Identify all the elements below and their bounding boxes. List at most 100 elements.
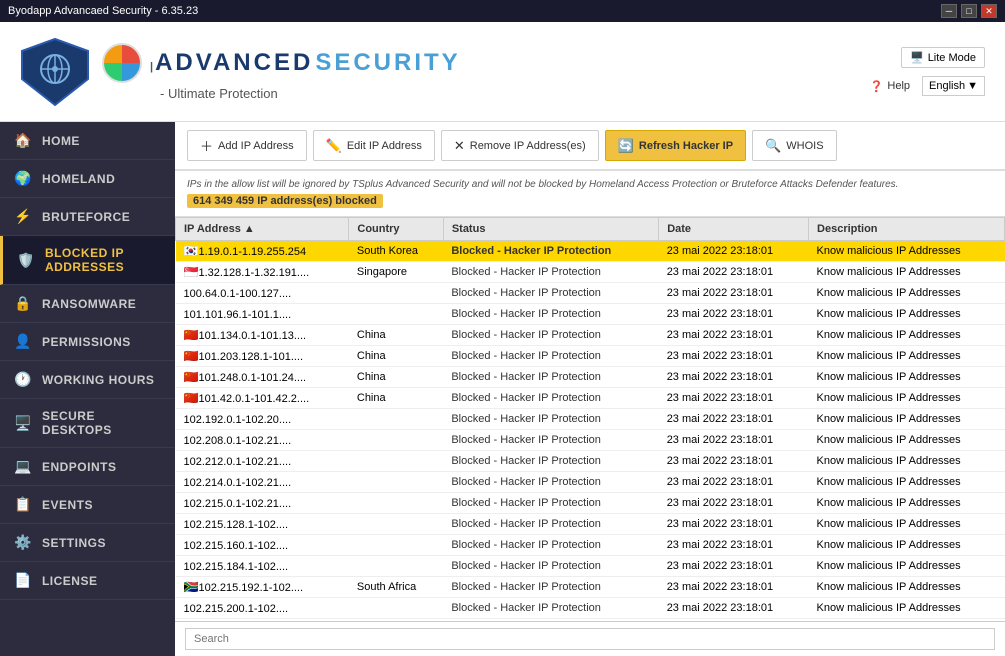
help-button[interactable]: ❓ Help [870,80,910,93]
cell-description: Know malicious IP Addresses [809,493,1005,514]
col-country[interactable]: Country [349,218,443,241]
table-row[interactable]: 102.192.0.1-102.20.... Blocked - Hacker … [176,409,1005,430]
table-row[interactable]: 🇨🇳101.248.0.1-101.24.... China Blocked -… [176,367,1005,388]
sidebar-item-working-hours[interactable]: 🕐 WORKING HOURS [0,361,175,399]
sidebar-item-settings[interactable]: ⚙️SETTINGS [0,524,175,562]
sidebar-icon-settings: ⚙️ [14,534,32,551]
col-date[interactable]: Date [659,218,809,241]
col-status[interactable]: Status [443,218,658,241]
table-row[interactable]: 102.208.0.1-102.21.... Blocked - Hacker … [176,430,1005,451]
sidebar-item-events[interactable]: 📋EVENTS [0,486,175,524]
sidebar-item-home[interactable]: 🏠HOME [0,122,175,160]
add-ip-button[interactable]: ＋ Add IP Address [187,130,307,161]
sidebar-item-endpoints[interactable]: 💻ENDPOINTS [0,448,175,486]
cell-date: 23 mai 2022 23:18:01 [659,409,809,430]
cell-description: Know malicious IP Addresses [809,346,1005,367]
table-row[interactable]: 102.215.200.1-102.... Blocked - Hacker I… [176,598,1005,619]
cell-description: Know malicious IP Addresses [809,409,1005,430]
table-row[interactable]: 102.215.128.1-102.... Blocked - Hacker I… [176,514,1005,535]
cell-date: 23 mai 2022 23:18:01 [659,535,809,556]
cell-ip: 🇨🇳101.248.0.1-101.24.... [176,367,349,388]
cell-country: China [349,325,443,346]
search-bar [175,621,1005,656]
cell-ip: 102.192.0.1-102.20.... [176,409,349,430]
monitor-icon: 🖥️ [910,51,924,64]
cell-status: Blocked - Hacker IP Protection [443,409,658,430]
sidebar-icon-working-hours: 🕐 [14,371,32,388]
cell-date: 23 mai 2022 23:18:01 [659,472,809,493]
table-row[interactable]: 102.215.0.1-102.21.... Blocked - Hacker … [176,493,1005,514]
cell-description: Know malicious IP Addresses [809,598,1005,619]
cell-ip: 102.214.0.1-102.21.... [176,472,349,493]
minimize-button[interactable]: ─ [941,4,957,18]
info-message: IPs in the allow list will be ignored by… [187,179,993,190]
cell-date: 23 mai 2022 23:18:01 [659,493,809,514]
remove-icon: ✕ [454,138,465,154]
table-row[interactable]: 🇨🇳101.203.128.1-101.... China Blocked - … [176,346,1005,367]
sidebar-icon-bruteforce: ⚡ [14,208,32,225]
maximize-button[interactable]: □ [961,4,977,18]
cell-ip: 🇸🇬1.32.128.1-1.32.191.... [176,262,349,283]
cell-status: Blocked - Hacker IP Protection [443,325,658,346]
sidebar-item-bruteforce[interactable]: ⚡ BRUTEFORCE [0,198,175,236]
cell-country [349,409,443,430]
sidebar-item-permissions[interactable]: 👤PERMISSIONS [0,323,175,361]
sidebar-label-blocked: BLOCKED IP ADDRESSES [45,246,161,274]
sidebar-icon-events: 📋 [14,496,32,513]
cell-description: Know malicious IP Addresses [809,577,1005,598]
col-description[interactable]: Description [809,218,1005,241]
sidebar-label-bruteforce: BRUTEFORCE [42,210,130,224]
table-row[interactable]: 🇸🇬1.32.128.1-1.32.191.... Singapore Bloc… [176,262,1005,283]
table-row[interactable]: 101.101.96.1-101.1.... Blocked - Hacker … [176,304,1005,325]
table-row[interactable]: 102.215.160.1-102.... Blocked - Hacker I… [176,535,1005,556]
language-selector[interactable]: English ▼ [922,76,985,96]
refresh-hacker-ip-button[interactable]: 🔄 Refresh Hacker IP [605,130,746,161]
cell-description: Know malicious IP Addresses [809,451,1005,472]
table-row[interactable]: 102.212.0.1-102.21.... Blocked - Hacker … [176,451,1005,472]
table-row[interactable]: 100.64.0.1-100.127.... Blocked - Hacker … [176,283,1005,304]
cell-date: 23 mai 2022 23:18:01 [659,430,809,451]
table-row[interactable]: 🇨🇳101.134.0.1-101.13.... China Blocked -… [176,325,1005,346]
cell-status: Blocked - Hacker IP Protection [443,304,658,325]
whois-button[interactable]: 🔍 WHOIS [752,130,836,161]
table-row[interactable]: 🇰🇷1.19.0.1-1.19.255.254 South Korea Bloc… [176,241,1005,262]
table-row[interactable]: 🇨🇳101.42.0.1-101.42.2.... China Blocked … [176,388,1005,409]
table-row[interactable]: 102.214.0.1-102.21.... Blocked - Hacker … [176,472,1005,493]
remove-ip-button[interactable]: ✕ Remove IP Address(es) [441,130,599,161]
search-input[interactable] [185,628,995,650]
cell-date: 23 mai 2022 23:18:01 [659,241,809,262]
cell-country [349,535,443,556]
edit-icon: ✏️ [326,138,342,154]
lite-mode-label: Lite Mode [928,52,976,64]
edit-ip-button[interactable]: ✏️ Edit IP Address [313,130,435,161]
content-area: ＋ Add IP Address ✏️ Edit IP Address ✕ Re… [175,122,1005,656]
add-ip-label: Add IP Address [218,140,294,152]
sidebar-item-ransomware[interactable]: 🔒RANSOMWARE [0,285,175,323]
sidebar-label-ransomware: RANSOMWARE [42,297,136,311]
cell-status: Blocked - Hacker IP Protection [443,514,658,535]
cell-description: Know malicious IP Addresses [809,556,1005,577]
table-row[interactable]: 🇿🇦102.215.192.1-102.... South Africa Blo… [176,577,1005,598]
sidebar-item-homeland[interactable]: 🌍HOMELAND [0,160,175,198]
cell-description: Know malicious IP Addresses [809,304,1005,325]
close-button[interactable]: ✕ [981,4,997,18]
sidebar-label-working-hours: WORKING HOURS [42,373,155,387]
cell-description: Know malicious IP Addresses [809,367,1005,388]
sidebar-item-secure-desktops[interactable]: 🖥️SECURE DESKTOPS [0,399,175,448]
search-icon: 🔍 [765,138,781,154]
sidebar-item-license[interactable]: 📄LICENSE [0,562,175,600]
col-ip-address[interactable]: IP Address ▲ [176,218,349,241]
cell-country: South Africa [349,577,443,598]
brand-advanced: ADVANCED [155,49,313,77]
cell-ip: 102.208.0.1-102.21.... [176,430,349,451]
header-right: 🖥️ Lite Mode ❓ Help English ▼ [870,47,985,96]
sidebar-label-license: LICENSE [42,574,98,588]
sidebar-label-endpoints: ENDPOINTS [42,460,117,474]
table-row[interactable]: 102.215.184.1-102.... Blocked - Hacker I… [176,556,1005,577]
cell-ip: 102.212.0.1-102.21.... [176,451,349,472]
lite-mode-button[interactable]: 🖥️ Lite Mode [901,47,985,68]
cell-description: Know malicious IP Addresses [809,283,1005,304]
help-icon: ❓ [870,80,884,93]
sidebar-item-blocked[interactable]: 🛡️BLOCKED IP ADDRESSES [0,236,175,285]
cell-date: 23 mai 2022 23:18:01 [659,388,809,409]
